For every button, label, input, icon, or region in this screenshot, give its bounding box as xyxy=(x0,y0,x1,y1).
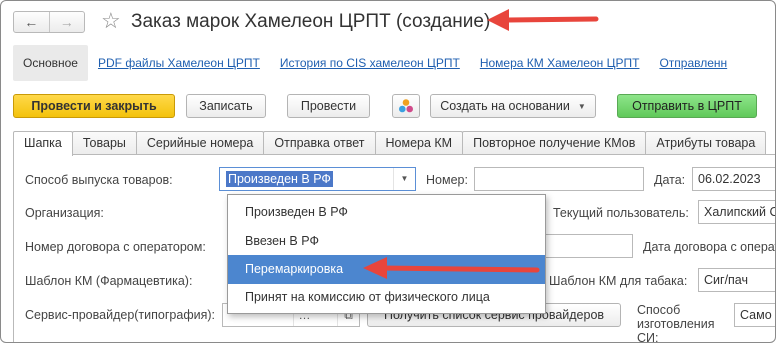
related-documents-icon xyxy=(399,99,413,113)
dropdown-option[interactable]: Произведен В РФ xyxy=(228,198,545,227)
annotation-arrow-title xyxy=(487,9,599,31)
page-title: Заказ марок Хамелеон ЦРПТ (создание) xyxy=(131,11,491,32)
post-and-close-button[interactable]: Провести и закрыть xyxy=(13,94,175,118)
tab-goods-attributes[interactable]: Атрибуты товара xyxy=(645,131,767,155)
save-button[interactable]: Записать xyxy=(186,94,266,118)
template-pharma-label: Шаблон КМ (Фармацевтика): xyxy=(25,274,193,288)
section-tab-sent[interactable]: Отправленн xyxy=(649,45,737,81)
template-tobacco-label: Шаблон КМ для табака: xyxy=(549,274,688,288)
date-field[interactable]: 06.02.2023 xyxy=(692,167,775,191)
dropdown-option[interactable]: Принят на комиссию от физического лица xyxy=(228,283,545,312)
post-button[interactable]: Провести xyxy=(287,94,370,118)
release-method-label: Способ выпуска товаров: xyxy=(25,173,173,187)
current-user-field[interactable]: Халипский С xyxy=(698,200,775,224)
chevron-down-icon[interactable]: ▼ xyxy=(393,168,415,190)
form-tabs: Шапка Товары Серийные номера Отправка от… xyxy=(13,131,767,156)
send-to-crpt-button[interactable]: Отправить в ЦРПТ xyxy=(617,94,757,118)
favorite-star-icon[interactable]: ☆ xyxy=(101,9,121,33)
tab-header[interactable]: Шапка xyxy=(13,131,73,156)
tab-response-send[interactable]: Отправка ответ xyxy=(263,131,376,155)
tab-goods[interactable]: Товары xyxy=(71,131,137,155)
contract-number-label: Номер договора с оператором: xyxy=(25,240,206,254)
chevron-down-icon: ▼ xyxy=(577,101,586,111)
contract-number-field[interactable] xyxy=(545,234,633,258)
forward-icon[interactable]: → xyxy=(48,12,85,32)
create-based-on-button[interactable]: Создать на основании ▼ xyxy=(430,94,596,118)
service-provider-label: Сервис-провайдер(типография): xyxy=(25,308,215,322)
method-made-label: Способ изготовления СИ: xyxy=(637,303,715,343)
section-tab-pdf[interactable]: PDF файлы Хамелеон ЦРПТ xyxy=(88,45,270,81)
date-label: Дата: xyxy=(654,173,686,187)
annotation-arrow-option xyxy=(363,257,540,279)
organization-label: Организация: xyxy=(25,206,104,220)
current-user-label: Текущий пользователь: xyxy=(553,206,689,220)
tab-km-numbers[interactable]: Номера КМ xyxy=(374,131,464,155)
nav-buttons: ← → xyxy=(13,11,85,33)
tab-serial-numbers[interactable]: Серийные номера xyxy=(135,131,265,155)
tab-km-reget[interactable]: Повторное получение КМов xyxy=(462,131,647,155)
release-method-select[interactable]: Произведен В РФ ▼ xyxy=(219,167,416,191)
back-icon[interactable]: ← xyxy=(14,12,49,32)
number-field[interactable] xyxy=(474,167,644,191)
number-label: Номер: xyxy=(426,173,468,187)
template-tobacco-field[interactable]: Сиг/пач xyxy=(698,268,775,292)
section-tab-main[interactable]: Основное xyxy=(13,45,88,81)
create-based-on-label: Создать на основании xyxy=(440,99,570,113)
window-frame: ← → ☆ Заказ марок Хамелеон ЦРПТ (создани… xyxy=(0,0,776,343)
section-tab-km-numbers[interactable]: Номера КМ Хамелеон ЦРПТ xyxy=(470,45,650,81)
section-tabs: Основное PDF файлы Хамелеон ЦРПТ История… xyxy=(13,45,775,81)
contract-date-label: Дата договора с операт xyxy=(643,240,776,254)
release-method-value: Произведен В РФ xyxy=(226,171,333,187)
method-made-field[interactable]: Само xyxy=(734,303,775,327)
structure-icon[interactable] xyxy=(392,94,420,118)
section-tab-cis-history[interactable]: История по CIS хамелеон ЦРПТ xyxy=(270,45,470,81)
